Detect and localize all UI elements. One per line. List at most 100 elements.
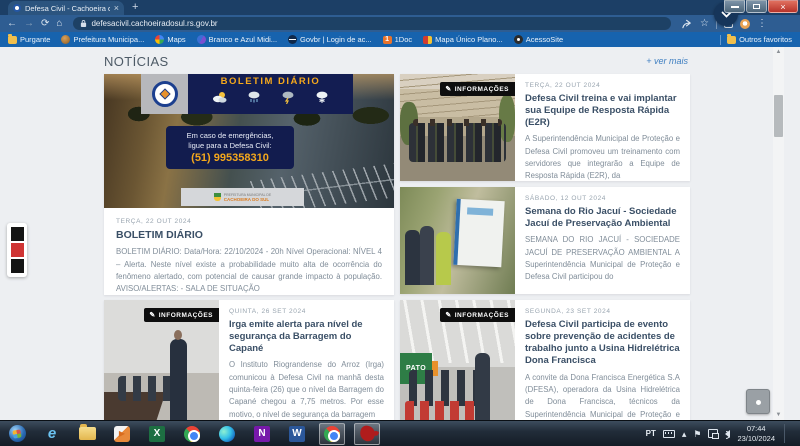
taskbar-excel[interactable]: X	[144, 423, 170, 445]
article-body: BOLETIM DIÁRIO: Data/Hora: 22/10/2024 - …	[116, 246, 382, 295]
ie-icon: e	[48, 427, 56, 441]
speaker-icon[interactable]	[725, 430, 730, 438]
floating-widget-button[interactable]	[746, 389, 770, 414]
extension-icon[interactable]	[740, 19, 750, 29]
share-icon[interactable]	[682, 19, 693, 29]
tray-expand-icon[interactable]: ▴	[682, 429, 687, 439]
taskbar-file-explorer[interactable]	[74, 423, 100, 445]
article-body: O Instituto Riograndense do Arroz (Irga)…	[229, 359, 384, 420]
tab-strip: Defesa Civil - Cachoeira do Sul × + ×	[0, 0, 800, 15]
article-title[interactable]: Irga emite alerta para nível de seguranç…	[229, 319, 384, 355]
boletim-banner-image: BOLETIM DIÁRIO	[104, 74, 394, 208]
bookmarks-divider	[720, 35, 721, 45]
new-tab-button[interactable]: +	[132, 2, 138, 13]
news-grid: BOLETIM DIÁRIO	[104, 74, 690, 420]
action-center-flag-icon[interactable]: ⚑	[693, 429, 701, 439]
emergency-line2: ligue para a Defesa Civil:	[166, 141, 294, 151]
window-close-button[interactable]: ×	[768, 0, 798, 13]
article-photo-rio-jacui	[400, 187, 515, 294]
bookmark-maps[interactable]: Maps	[155, 35, 185, 44]
article-title[interactable]: Defesa Civil participa de evento sobre p…	[525, 319, 680, 368]
forward-icon[interactable]: →	[24, 19, 34, 29]
bookmark-star-icon[interactable]: ☆	[700, 19, 709, 29]
page-scrollbar[interactable]: ▲ ▼	[773, 47, 784, 420]
taskbar-onenote[interactable]: N	[249, 423, 275, 445]
informacoes-badge: ✎ INFORMAÇÕES	[440, 308, 515, 322]
emergency-line1: Em caso de emergências,	[166, 131, 294, 141]
widget-black-button[interactable]	[11, 227, 24, 241]
article-card-irga[interactable]: ✎ INFORMAÇÕES QUINTA, 26 SET 2024 Irga e…	[104, 300, 394, 420]
bookmark-prefeitura[interactable]: Prefeitura Municipa...	[61, 35, 144, 44]
emergency-phone-box: Em caso de emergências, ligue para a Def…	[166, 126, 294, 169]
article-card-usina[interactable]: PATO ✎ INFORMAÇÕES SEGUNDA, 23 SET 2024 …	[400, 300, 690, 420]
article-title[interactable]: Semana do Rio Jacuí - Sociedade Jacuí de…	[525, 206, 680, 230]
prefeitura-line2: CACHOEIRA DO SUL	[224, 197, 271, 202]
article-body: A convite da Dona Francisca Energética S…	[525, 372, 680, 420]
article-photo-irga: ✎ INFORMAÇÕES	[104, 300, 219, 420]
taskbar-edge[interactable]	[214, 423, 240, 445]
accessibility-side-widget[interactable]	[7, 223, 27, 277]
defesa-civil-logo-box	[141, 74, 188, 114]
other-bookmarks-button[interactable]: Outros favoritos	[727, 35, 792, 44]
network-icon[interactable]	[708, 429, 718, 438]
taskbar-internet-explorer[interactable]: e	[39, 423, 65, 445]
person-decor	[420, 226, 435, 286]
weather-snow-icon	[314, 90, 330, 104]
taskbar-chrome[interactable]	[179, 423, 205, 445]
taskbar-word[interactable]: W	[284, 423, 310, 445]
address-bar[interactable]: defesacivil.cachoeiradosul.rs.gov.br	[73, 17, 671, 30]
red-splat-app-icon	[357, 424, 376, 443]
back-icon[interactable]: ←	[7, 19, 17, 29]
article-card-boletim[interactable]: BOLETIM DIÁRIO	[104, 74, 394, 295]
article-title[interactable]: Defesa Civil treina e vai implantar sua …	[525, 93, 680, 129]
reload-icon[interactable]: ⟳	[41, 19, 49, 29]
taskbar-chrome-active-window[interactable]	[319, 423, 345, 445]
bookmark-govbr[interactable]: Govbr | Login de ac...	[288, 35, 372, 44]
scroll-up-arrow[interactable]: ▲	[773, 47, 784, 57]
word-icon: W	[289, 426, 305, 442]
person-decor	[405, 230, 420, 286]
keyboard-icon[interactable]	[663, 430, 675, 438]
bookmark-purgante[interactable]: Purgante	[8, 35, 50, 44]
group-people-decor	[409, 123, 506, 162]
scrollbar-thumb[interactable]	[774, 95, 783, 137]
article-card-rio-jacui[interactable]: SÁBADO, 12 OUT 2024 Semana do Rio Jacuí …	[400, 187, 690, 294]
prefeitura-line1: PREFEITURA MUNICIPAL DE	[224, 193, 271, 197]
article-body: SEMANA DO RIO JACUÍ - SOCIEDADE JACUÍ DE…	[525, 234, 680, 283]
globe-icon	[288, 35, 297, 44]
widget-black-button[interactable]	[11, 259, 24, 273]
bookmark-1doc[interactable]: 11Doc	[383, 35, 413, 44]
article-date: QUINTA, 26 SET 2024	[229, 308, 384, 315]
widget-red-button[interactable]	[11, 243, 24, 257]
windows-orb-icon	[9, 425, 26, 442]
language-indicator[interactable]: PT	[646, 429, 656, 438]
window-maximize-button[interactable]	[746, 0, 767, 13]
taskbar-media-player[interactable]: ▶	[109, 423, 135, 445]
home-icon[interactable]: ⌂	[56, 19, 62, 29]
article-card-e2r[interactable]: ✎ INFORMAÇÕES TERÇA, 22 OUT 2024 Defesa …	[400, 74, 690, 181]
bookmark-acessosite[interactable]: AcessoSite	[514, 35, 564, 44]
taskbar-red-app[interactable]	[354, 423, 380, 445]
article-body: A Superintendência Municipal de Proteção…	[525, 133, 680, 181]
scroll-down-arrow[interactable]: ▼	[773, 410, 784, 420]
chrome-icon	[184, 426, 200, 442]
browser-tab[interactable]: Defesa Civil - Cachoeira do Sul ×	[8, 1, 124, 15]
show-desktop-button[interactable]	[784, 424, 790, 444]
folder-icon	[727, 36, 736, 44]
informacoes-badge: ✎ INFORMAÇÕES	[144, 308, 219, 322]
article-date: TERÇA, 22 OUT 2024	[116, 218, 382, 225]
article-date: TERÇA, 22 OUT 2024	[525, 82, 680, 89]
tab-close-icon[interactable]: ×	[114, 4, 119, 13]
article-photo-usina: PATO ✎ INFORMAÇÕES	[400, 300, 515, 420]
standing-person-decor	[475, 353, 490, 420]
prefeitura-shield-icon	[214, 193, 221, 201]
bookmark-mapa-unico[interactable]: Mapa Único Plano...	[423, 35, 503, 44]
taskbar-clock[interactable]: 07:44 23/10/2024	[737, 424, 775, 444]
article-title[interactable]: BOLETIM DIÁRIO	[116, 229, 382, 242]
window-minimize-button[interactable]	[724, 0, 745, 13]
start-button[interactable]	[4, 423, 30, 445]
browser-menu-icon[interactable]: ⋮	[757, 19, 767, 29]
pencil-icon: ✎	[149, 311, 155, 319]
see-more-link[interactable]: + ver mais	[646, 56, 688, 66]
bookmark-branco-azul[interactable]: Branco e Azul Midi...	[197, 35, 277, 44]
